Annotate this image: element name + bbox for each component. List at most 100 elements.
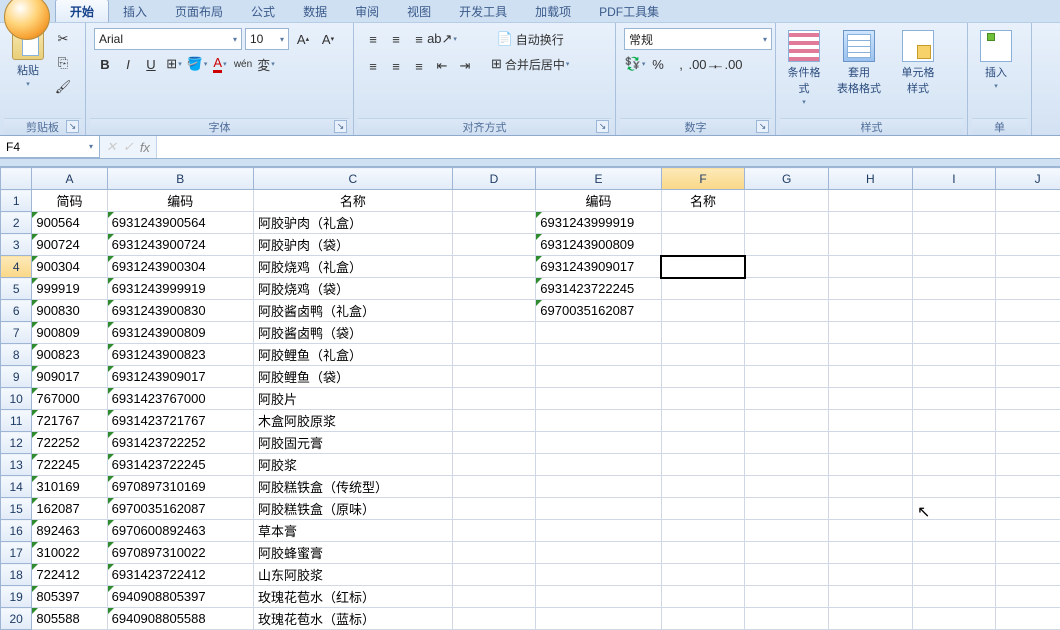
cell-D8[interactable] xyxy=(452,344,536,366)
cell-B9[interactable]: 6931243909017 xyxy=(107,366,253,388)
cell-D3[interactable] xyxy=(452,234,536,256)
col-header-H[interactable]: H xyxy=(829,168,913,190)
cell-J14[interactable] xyxy=(996,476,1060,498)
cell-J10[interactable] xyxy=(996,388,1060,410)
select-all-corner[interactable] xyxy=(1,168,32,190)
cell-E11[interactable] xyxy=(536,410,661,432)
cell-H4[interactable] xyxy=(829,256,913,278)
formula-input[interactable] xyxy=(157,136,1060,158)
row-header-10[interactable]: 10 xyxy=(1,388,32,410)
underline-button[interactable]: U xyxy=(140,53,162,75)
cell-E5[interactable]: 6931423722245 xyxy=(536,278,661,300)
cell-C7[interactable]: 阿胶酱卤鸭（袋） xyxy=(254,322,453,344)
fill-color-button[interactable]: 🪣 xyxy=(186,53,208,75)
cell-G5[interactable] xyxy=(745,278,829,300)
cell-G17[interactable] xyxy=(745,542,829,564)
cell-J19[interactable] xyxy=(996,586,1060,608)
row-header-3[interactable]: 3 xyxy=(1,234,32,256)
align-middle-button[interactable]: ≡ xyxy=(385,28,407,50)
grow-font-button[interactable]: A▴ xyxy=(292,28,314,50)
cell-E4[interactable]: 6931243909017 xyxy=(536,256,661,278)
cell-B5[interactable]: 6931243999919 xyxy=(107,278,253,300)
cell-J6[interactable] xyxy=(996,300,1060,322)
cell-E12[interactable] xyxy=(536,432,661,454)
cell-C14[interactable]: 阿胶糕铁盒（传统型） xyxy=(254,476,453,498)
cell-E10[interactable] xyxy=(536,388,661,410)
cell-C2[interactable]: 阿胶驴肉（礼盒） xyxy=(254,212,453,234)
cell-A2[interactable]: 900564 xyxy=(32,212,107,234)
cell-E16[interactable] xyxy=(536,520,661,542)
cell-E20[interactable] xyxy=(536,608,661,630)
cell-H17[interactable] xyxy=(829,542,913,564)
cell-H15[interactable] xyxy=(829,498,913,520)
conditional-format-button[interactable]: 条件格式▾ xyxy=(780,28,828,108)
cell-J5[interactable] xyxy=(996,278,1060,300)
cell-B17[interactable]: 6970897310022 xyxy=(107,542,253,564)
cell-F8[interactable] xyxy=(661,344,745,366)
cell-D15[interactable] xyxy=(452,498,536,520)
cell-F9[interactable] xyxy=(661,366,745,388)
shrink-font-button[interactable]: A▾ xyxy=(317,28,339,50)
cell-F10[interactable] xyxy=(661,388,745,410)
row-header-12[interactable]: 12 xyxy=(1,432,32,454)
wrap-text-button[interactable]: 📄 自动换行 xyxy=(484,28,576,50)
cell-E9[interactable] xyxy=(536,366,661,388)
font-name-combo[interactable]: Arial▾ xyxy=(94,28,242,50)
cell-B12[interactable]: 6931423722252 xyxy=(107,432,253,454)
cell-J18[interactable] xyxy=(996,564,1060,586)
cell-F19[interactable] xyxy=(661,586,745,608)
cell-I12[interactable] xyxy=(912,432,996,454)
cell-H3[interactable] xyxy=(829,234,913,256)
cell-H11[interactable] xyxy=(829,410,913,432)
cell-H7[interactable] xyxy=(829,322,913,344)
cell-A1[interactable]: 简码 xyxy=(32,190,107,212)
cell-D10[interactable] xyxy=(452,388,536,410)
cell-F7[interactable] xyxy=(661,322,745,344)
col-header-G[interactable]: G xyxy=(745,168,829,190)
cell-B18[interactable]: 6931423722412 xyxy=(107,564,253,586)
align-right-button[interactable]: ≡ xyxy=(408,55,430,77)
cell-B11[interactable]: 6931423721767 xyxy=(107,410,253,432)
cell-B14[interactable]: 6970897310169 xyxy=(107,476,253,498)
bold-button[interactable]: B xyxy=(94,53,116,75)
dialog-launcher[interactable]: ↘ xyxy=(334,120,347,133)
cell-G11[interactable] xyxy=(745,410,829,432)
cell-C20[interactable]: 玫瑰花苞水（蓝标） xyxy=(254,608,453,630)
cell-E7[interactable] xyxy=(536,322,661,344)
tab-开始[interactable]: 开始 xyxy=(55,0,109,22)
cell-J12[interactable] xyxy=(996,432,1060,454)
row-header-20[interactable]: 20 xyxy=(1,608,32,630)
cell-E3[interactable]: 6931243900809 xyxy=(536,234,661,256)
cell-C1[interactable]: 名称 xyxy=(254,190,453,212)
cell-H18[interactable] xyxy=(829,564,913,586)
cell-C5[interactable]: 阿胶烧鸡（袋） xyxy=(254,278,453,300)
cell-J17[interactable] xyxy=(996,542,1060,564)
cell-I10[interactable] xyxy=(912,388,996,410)
tab-审阅[interactable]: 审阅 xyxy=(341,0,393,22)
copy-button[interactable]: ⎘ xyxy=(52,52,74,74)
cell-C13[interactable]: 阿胶浆 xyxy=(254,454,453,476)
cell-H6[interactable] xyxy=(829,300,913,322)
cell-G14[interactable] xyxy=(745,476,829,498)
cell-H5[interactable] xyxy=(829,278,913,300)
cell-H14[interactable] xyxy=(829,476,913,498)
font-size-combo[interactable]: 10▾ xyxy=(245,28,289,50)
dialog-launcher[interactable]: ↘ xyxy=(66,120,79,133)
cell-D20[interactable] xyxy=(452,608,536,630)
col-header-E[interactable]: E xyxy=(536,168,661,190)
dialog-launcher[interactable]: ↘ xyxy=(756,120,769,133)
cell-G6[interactable] xyxy=(745,300,829,322)
dec-decimal-button[interactable]: ←.00 xyxy=(716,53,738,75)
cell-A6[interactable]: 900830 xyxy=(32,300,107,322)
cell-G1[interactable] xyxy=(745,190,829,212)
indent-dec-button[interactable]: ⇤ xyxy=(431,55,453,77)
cell-H2[interactable] xyxy=(829,212,913,234)
cell-E14[interactable] xyxy=(536,476,661,498)
cell-J20[interactable] xyxy=(996,608,1060,630)
col-header-D[interactable]: D xyxy=(452,168,536,190)
cell-D17[interactable] xyxy=(452,542,536,564)
cell-H1[interactable] xyxy=(829,190,913,212)
cell-I3[interactable] xyxy=(912,234,996,256)
col-header-F[interactable]: F xyxy=(661,168,745,190)
cell-A12[interactable]: 722252 xyxy=(32,432,107,454)
